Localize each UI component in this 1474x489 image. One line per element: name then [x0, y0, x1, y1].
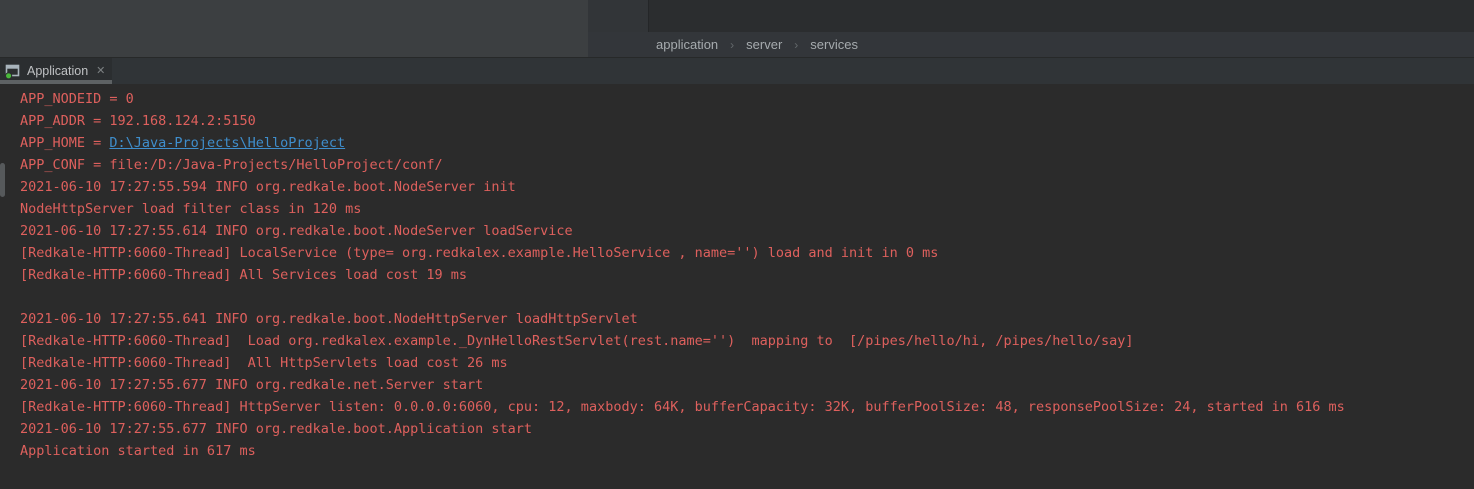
console-line: [Redkale-HTTP:6060-Thread] All HttpServl… [20, 352, 1474, 374]
console-line [20, 286, 1474, 308]
breadcrumb-item-services[interactable]: services [810, 37, 858, 52]
editor-gutter-strip [588, 0, 648, 32]
console-text: [Redkale-HTTP:6060-Thread] Load org.redk… [20, 333, 1134, 349]
console-text: NodeHttpServer load filter class in 120 … [20, 201, 361, 217]
console-text: 2021-06-10 17:27:55.594 INFO org.redkale… [20, 179, 516, 195]
console-output[interactable]: APP_NODEID = 0 APP_ADDR = 192.168.124.2:5… [0, 84, 1474, 489]
console-text: APP_CONF = file:/D:/Java-Projects/HelloP… [20, 157, 443, 173]
breadcrumb: application › server › services [656, 37, 858, 52]
console-line: APP_NODEID = 0 [20, 88, 1474, 110]
console-line: 2021-06-10 17:27:55.677 INFO org.redkale… [20, 418, 1474, 440]
editor-area [0, 0, 588, 57]
editor-pane-right [648, 0, 1474, 32]
console-line: Application started in 617 ms [20, 440, 1474, 462]
run-toolwindow-tab-bar: Application ✕ [0, 57, 1474, 84]
console-line: 2021-06-10 17:27:55.677 INFO org.redkale… [20, 374, 1474, 396]
tab-label: Application [27, 64, 88, 78]
console-line: [Redkale-HTTP:6060-Thread] Load org.redk… [20, 330, 1474, 352]
console-text: [Redkale-HTTP:6060-Thread] All Services … [20, 267, 467, 283]
breadcrumb-separator-icon: › [794, 38, 798, 52]
breadcrumb-separator-icon: › [730, 38, 734, 52]
breadcrumb-bar: application › server › services [588, 32, 1474, 57]
console-line: 2021-06-10 17:27:55.594 INFO org.redkale… [20, 176, 1474, 198]
console-scrollbar-thumb[interactable] [0, 163, 5, 197]
console-text: Application started in 617 ms [20, 443, 256, 459]
breadcrumb-item-application[interactable]: application [656, 37, 718, 52]
console-text: APP_NODEID = 0 [20, 91, 134, 107]
console-line: [Redkale-HTTP:6060-Thread] HttpServer li… [20, 396, 1474, 418]
console-line: [Redkale-HTTP:6060-Thread] LocalService … [20, 242, 1474, 264]
console-line: NodeHttpServer load filter class in 120 … [20, 198, 1474, 220]
console-text: 2021-06-10 17:27:55.677 INFO org.redkale… [20, 377, 483, 393]
run-console-icon [5, 64, 21, 79]
console-text: [Redkale-HTTP:6060-Thread] HttpServer li… [20, 399, 1345, 415]
console-text: 2021-06-10 17:27:55.641 INFO org.redkale… [20, 311, 638, 327]
console-line: [Redkale-HTTP:6060-Thread] All Services … [20, 264, 1474, 286]
console-text: [Redkale-HTTP:6060-Thread] LocalService … [20, 245, 938, 261]
breadcrumb-item-server[interactable]: server [746, 37, 782, 52]
console-text: [Redkale-HTTP:6060-Thread] All HttpServl… [20, 355, 508, 371]
console-text: 2021-06-10 17:27:55.614 INFO org.redkale… [20, 223, 573, 239]
console-text: 2021-06-10 17:27:55.677 INFO org.redkale… [20, 421, 532, 437]
console-line: APP_CONF = file:/D:/Java-Projects/HelloP… [20, 154, 1474, 176]
console-line: 2021-06-10 17:27:55.641 INFO org.redkale… [20, 308, 1474, 330]
close-icon[interactable]: ✕ [96, 66, 105, 77]
console-text: APP_HOME = [20, 135, 109, 151]
console-line: APP_ADDR = 192.168.124.2:5150 [20, 110, 1474, 132]
app-home-link[interactable]: D:\Java-Projects\HelloProject [109, 135, 345, 151]
console-line: 2021-06-10 17:27:55.614 INFO org.redkale… [20, 220, 1474, 242]
console-line: APP_HOME = D:\Java-Projects\HelloProject [20, 132, 1474, 154]
console-text: APP_ADDR = 192.168.124.2:5150 [20, 113, 256, 129]
top-strip: application › server › services [0, 0, 1474, 57]
